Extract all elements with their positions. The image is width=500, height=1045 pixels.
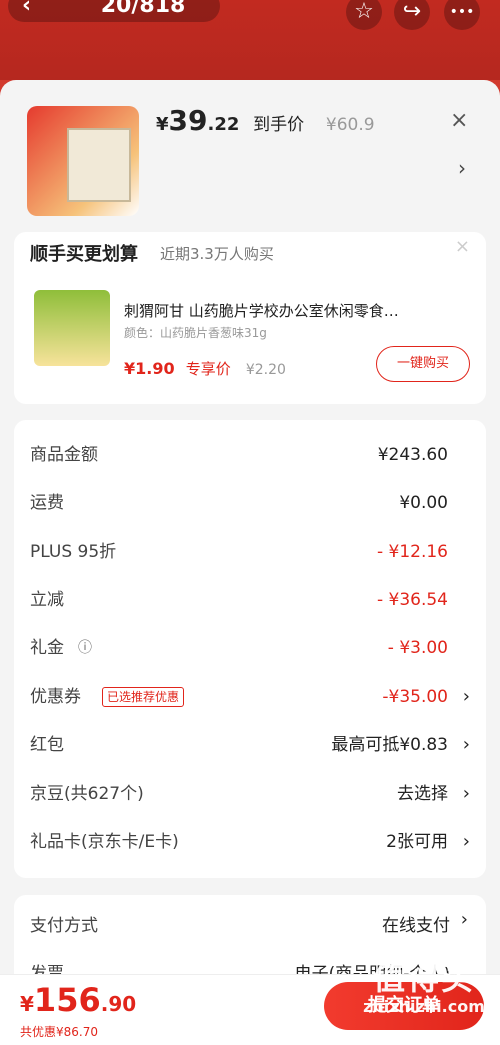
payment-method-value[interactable]: 在线支付 xyxy=(382,911,450,936)
summary-label: PLUS 95折 xyxy=(30,542,117,562)
final-price: ¥39.22 到手价 ¥60.9 xyxy=(156,104,375,137)
payment-method-label: 支付方式 xyxy=(30,916,98,936)
top-bar: ‹ 20/818 ☆ ↪ ••• xyxy=(0,0,500,80)
watermark-logo: 值得买 zhizhizhi.com xyxy=(363,959,485,1016)
chevron-right-icon[interactable]: › xyxy=(461,909,468,930)
summary-row: 运费 ¥0.00 xyxy=(30,488,470,518)
share-icon[interactable]: ↪ xyxy=(394,0,430,30)
summary-value: - ¥36.54 xyxy=(376,590,448,610)
upsell-price-label: 专享价 xyxy=(185,360,231,378)
upsell-close-icon[interactable]: × xyxy=(455,236,470,257)
summary-row: 立减 - ¥36.54 xyxy=(30,585,470,615)
upsell-item-variant: 颜色：山药脆片香葱味31g xyxy=(124,326,267,340)
summary-label: 红包 xyxy=(30,735,64,755)
upsell-item-price: ¥1.90 xyxy=(124,359,175,378)
upsell-title: 顺手买更划算 xyxy=(30,244,138,265)
summary-label: 礼品卡(京东卡/E卡) xyxy=(30,832,179,852)
back-icon[interactable]: ‹ xyxy=(22,0,31,18)
summary-row[interactable]: 红包 最高可抵¥0.83 › xyxy=(30,730,470,760)
summary-value: - ¥3.00 xyxy=(387,638,448,658)
summary-label: 京豆(共627个) xyxy=(30,784,144,804)
summary-value: 最高可抵¥0.83 xyxy=(331,735,448,755)
chevron-right-icon[interactable]: › xyxy=(463,682,470,712)
upsell-card: 顺手买更划算 近期3.3万人购买 × 刺猬阿甘 山药脆片学校办公室休闲零食… 颜… xyxy=(14,232,486,404)
info-icon[interactable]: ⓘ xyxy=(78,633,92,663)
summary-value: - ¥12.16 xyxy=(376,542,448,562)
summary-value: 2张可用 xyxy=(386,832,448,852)
summary-label: 立减 xyxy=(30,590,64,610)
summary-row[interactable]: 京豆(共627个) 去选择 › xyxy=(30,779,470,809)
summary-label: 礼金 xyxy=(30,638,64,658)
order-total: ¥156.90 xyxy=(20,981,137,1019)
star-icon[interactable]: ☆ xyxy=(346,0,382,30)
total-discount: 共优惠¥86.70 xyxy=(20,1025,98,1039)
summary-row: 礼金 ⓘ - ¥3.00 xyxy=(30,633,470,663)
image-counter-pill: ‹ 20/818 xyxy=(8,0,220,22)
coupon-tag: 已选推荐优惠 xyxy=(102,687,185,707)
upsell-orig-price: ¥2.20 xyxy=(245,362,286,378)
snack-thumbnail[interactable] xyxy=(34,290,110,366)
upsell-item-title[interactable]: 刺猬阿甘 山药脆片学校办公室休闲零食… xyxy=(124,300,464,321)
summary-label: 优惠券 xyxy=(30,687,81,707)
image-counter: 20/818 xyxy=(100,0,186,18)
chevron-right-icon[interactable]: › xyxy=(463,827,470,857)
close-icon[interactable]: × xyxy=(450,108,468,133)
one-click-buy-button[interactable]: 一键购买 xyxy=(376,346,470,382)
summary-label: 商品金额 xyxy=(30,445,98,465)
summary-row: 商品金额 ¥243.60 xyxy=(30,440,470,470)
product-thumbnail[interactable] xyxy=(27,106,139,216)
summary-label: 运费 xyxy=(30,493,64,513)
original-price: ¥60.9 xyxy=(325,115,375,135)
summary-row: PLUS 95折 - ¥12.16 xyxy=(30,537,470,567)
price-label: 到手价 xyxy=(253,115,305,135)
summary-value: -¥35.00 xyxy=(382,687,448,707)
summary-row[interactable]: 礼品卡(京东卡/E卡) 2张可用 › xyxy=(30,827,470,857)
summary-value: ¥0.00 xyxy=(399,493,448,513)
chevron-right-icon[interactable]: › xyxy=(463,779,470,809)
upsell-price-line: ¥1.90 专享价 ¥2.20 xyxy=(124,358,286,379)
chevron-right-icon[interactable]: › xyxy=(463,730,470,760)
summary-row[interactable]: 优惠券 已选推荐优惠 -¥35.00 › xyxy=(30,682,470,712)
upsell-subtitle: 近期3.3万人购买 xyxy=(160,245,274,263)
summary-value: ¥243.60 xyxy=(377,445,448,465)
more-icon[interactable]: ••• xyxy=(444,0,480,30)
product-box-image xyxy=(67,128,131,202)
chevron-right-icon[interactable]: › xyxy=(458,156,466,180)
summary-value: 去选择 xyxy=(397,784,448,804)
